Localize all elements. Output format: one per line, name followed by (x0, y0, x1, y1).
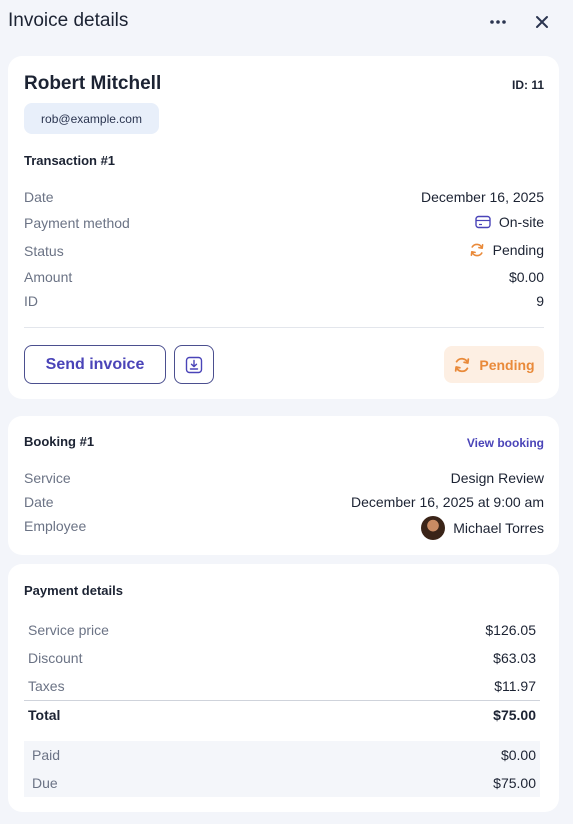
payment-row: Due $75.00 (24, 769, 540, 797)
row-value-amount: $0.00 (508, 269, 544, 285)
email-text: rob@example.com (41, 111, 142, 126)
row-label-status: Status (24, 243, 64, 259)
transaction-card: Robert Mitchell ID: 11 rob@example.com T… (8, 56, 559, 399)
status-value: Pending (469, 242, 544, 258)
payment-title: Payment details (24, 583, 123, 598)
close-icon (536, 16, 548, 28)
booking-label-date: Date (24, 494, 54, 510)
payment-value-paid: $0.00 (500, 747, 536, 763)
payment-value-due: $75.00 (493, 775, 536, 791)
email-chip[interactable]: rob@example.com (24, 103, 159, 134)
download-button[interactable] (174, 345, 214, 384)
close-button[interactable] (528, 8, 556, 36)
row-value-id: 9 (536, 293, 544, 309)
row-label-date: Date (24, 189, 54, 205)
payment-row: Service price $126.05 (24, 616, 540, 644)
card-icon (475, 215, 491, 229)
payment-value-discount: $63.03 (493, 650, 536, 666)
payment-method-text: On-site (498, 214, 544, 230)
row-label-id: ID (24, 293, 38, 309)
customer-name: Robert Mitchell (24, 73, 162, 94)
payment-card: Payment details Service price $126.05 Di… (8, 564, 559, 812)
booking-label-service: Service (24, 470, 71, 486)
avatar (421, 516, 446, 540)
status-text: Pending (492, 242, 544, 258)
booking-value-service: Design Review (450, 470, 544, 486)
payment-label-discount: Discount (28, 650, 83, 666)
payment-value-taxes: $11.97 (494, 678, 536, 694)
booking-label-employee: Employee (24, 518, 87, 534)
row-label-payment-method: Payment method (24, 215, 130, 231)
employee-name: Michael Torres (453, 520, 544, 536)
send-invoice-button[interactable]: Send invoice (24, 345, 166, 384)
booking-value-date: December 16, 2025 at 9:00 am (350, 494, 544, 510)
panel-header: Invoice details (0, 0, 573, 44)
employee-value: Michael Torres (421, 516, 544, 540)
transaction-title: Transaction #1 (24, 153, 116, 168)
booking-card: Booking #1 View booking Service Design R… (8, 416, 559, 555)
payment-method-value: On-site (475, 214, 544, 230)
payment-value-total: $75.00 (493, 707, 536, 723)
payment-row: Paid $0.00 (24, 741, 540, 769)
customer-id: ID: 11 (511, 78, 544, 92)
status-badge: Pending (444, 346, 544, 383)
payment-value-service-price: $126.05 (485, 622, 536, 638)
more-horizontal-icon (490, 20, 506, 24)
status-badge-text: Pending (479, 356, 535, 373)
payment-row: Discount $63.03 (24, 644, 540, 672)
payment-total-row: Total $75.00 (24, 701, 540, 729)
refresh-icon (470, 243, 484, 257)
payment-row: Taxes $11.97 (24, 672, 540, 700)
page-title: Invoice details (8, 10, 129, 31)
download-icon (185, 356, 203, 373)
payment-label-total: Total (28, 707, 61, 723)
more-options-button[interactable] (484, 8, 512, 36)
payment-label-due: Due (32, 775, 58, 791)
view-booking-link[interactable]: View booking (467, 436, 544, 450)
divider (24, 327, 544, 328)
booking-title: Booking #1 (24, 434, 95, 449)
payment-label-paid: Paid (32, 747, 61, 763)
row-value-date: December 16, 2025 (421, 189, 544, 205)
payment-label-taxes: Taxes (28, 678, 65, 694)
payment-label-service-price: Service price (28, 622, 109, 638)
refresh-icon (455, 357, 470, 372)
row-label-amount: Amount (24, 269, 73, 285)
